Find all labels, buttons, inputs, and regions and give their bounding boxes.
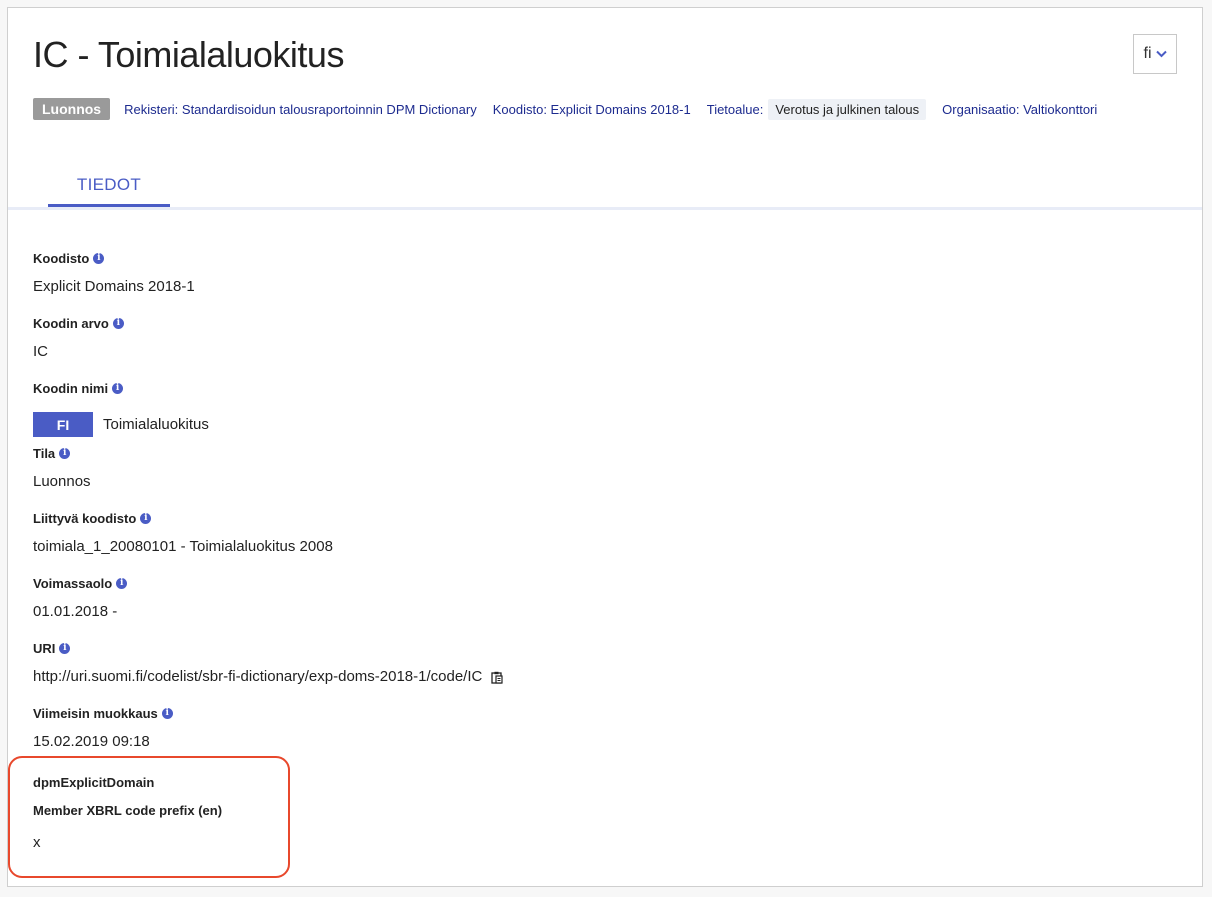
clipboard-icon[interactable] xyxy=(490,671,503,684)
field-label-uri: URI i xyxy=(33,638,933,658)
uri-text: http://uri.suomi.fi/codelist/sbr-fi-dict… xyxy=(33,668,483,685)
field-value-status: Luonnos xyxy=(33,473,91,490)
field-value-code-name: FI Toimialaluokitus xyxy=(33,398,933,443)
extension-block: dpmExplicitDomain Member XBRL code prefi… xyxy=(33,770,223,852)
info-icon[interactable]: i xyxy=(116,577,128,589)
field-label-text: Koodin arvo xyxy=(33,315,109,331)
field-label-related-codelist: Liittyvä koodisto i xyxy=(33,508,933,528)
field-label-text: Liittyvä koodisto xyxy=(33,510,137,526)
chevron-down-icon xyxy=(1155,50,1167,58)
field-label-status: Tila i xyxy=(33,443,933,463)
field-label-text: Tila xyxy=(33,445,56,461)
info-icon[interactable]: i xyxy=(140,512,152,524)
extension-title: dpmExplicitDomain xyxy=(33,774,155,790)
codelist-link[interactable]: Koodisto: Explicit Domains 2018-1 xyxy=(493,102,691,117)
field-label-codelist: Koodisto i xyxy=(33,248,933,268)
tab-bar: TIEDOT xyxy=(8,163,1202,210)
extension-sub-label: Member XBRL code prefix (en) xyxy=(33,802,223,818)
field-label-text: URI xyxy=(33,640,56,656)
field-label-text: Koodisto xyxy=(33,250,90,266)
extension-value: x xyxy=(33,834,41,851)
registry-link[interactable]: Rekisteri: Standardisoidun talousraporto… xyxy=(124,102,477,117)
field-label-validity: Voimassaolo i xyxy=(33,573,933,593)
field-label-code-value: Koodin arvo i xyxy=(33,313,933,333)
code-name-text: Toimialaluokitus xyxy=(103,416,209,433)
field-label-modified: Viimeisin muokkaus i xyxy=(33,703,933,723)
infodomain-label: Tietoalue: xyxy=(706,101,764,117)
meta-row: Luonnos Rekisteri: Standardisoidun talou… xyxy=(33,98,1113,120)
organization-link[interactable]: Organisaatio: Valtiokonttori xyxy=(942,102,1097,117)
field-label-code-name: Koodin nimi i xyxy=(33,378,933,398)
field-label-text: Voimassaolo xyxy=(33,575,113,591)
info-icon[interactable]: i xyxy=(161,707,173,719)
field-label-text: Viimeisin muokkaus xyxy=(33,705,158,721)
main-card: IC - Toimialaluokitus fi Luonnos Rekiste… xyxy=(7,7,1203,887)
language-select-value: fi xyxy=(1143,45,1152,62)
field-label-text: Koodin nimi xyxy=(33,380,109,396)
info-icon[interactable]: i xyxy=(112,382,124,394)
field-value-code-value: IC xyxy=(33,343,48,360)
field-value-uri: http://uri.suomi.fi/codelist/sbr-fi-dict… xyxy=(33,658,933,703)
info-icon[interactable]: i xyxy=(59,642,71,654)
info-icon[interactable]: i xyxy=(93,252,105,264)
info-icon[interactable]: i xyxy=(112,317,124,329)
field-value-related-codelist: toimiala_1_20080101 - Toimialaluokitus 2… xyxy=(33,538,333,555)
info-icon[interactable]: i xyxy=(59,447,71,459)
language-select[interactable]: fi xyxy=(1133,34,1177,74)
field-value-validity: 01.01.2018 - xyxy=(33,603,118,620)
page-title: IC - Toimialaluokitus xyxy=(33,34,344,75)
infodomain-chip: Verotus ja julkinen talous xyxy=(768,98,927,120)
tab-tiedot[interactable]: TIEDOT xyxy=(48,163,170,207)
details-fields: Koodisto i Explicit Domains 2018-1 Koodi… xyxy=(33,248,933,768)
field-value-codelist: Explicit Domains 2018-1 xyxy=(33,278,195,295)
status-badge: Luonnos xyxy=(33,98,111,120)
language-badge: FI xyxy=(33,412,93,437)
